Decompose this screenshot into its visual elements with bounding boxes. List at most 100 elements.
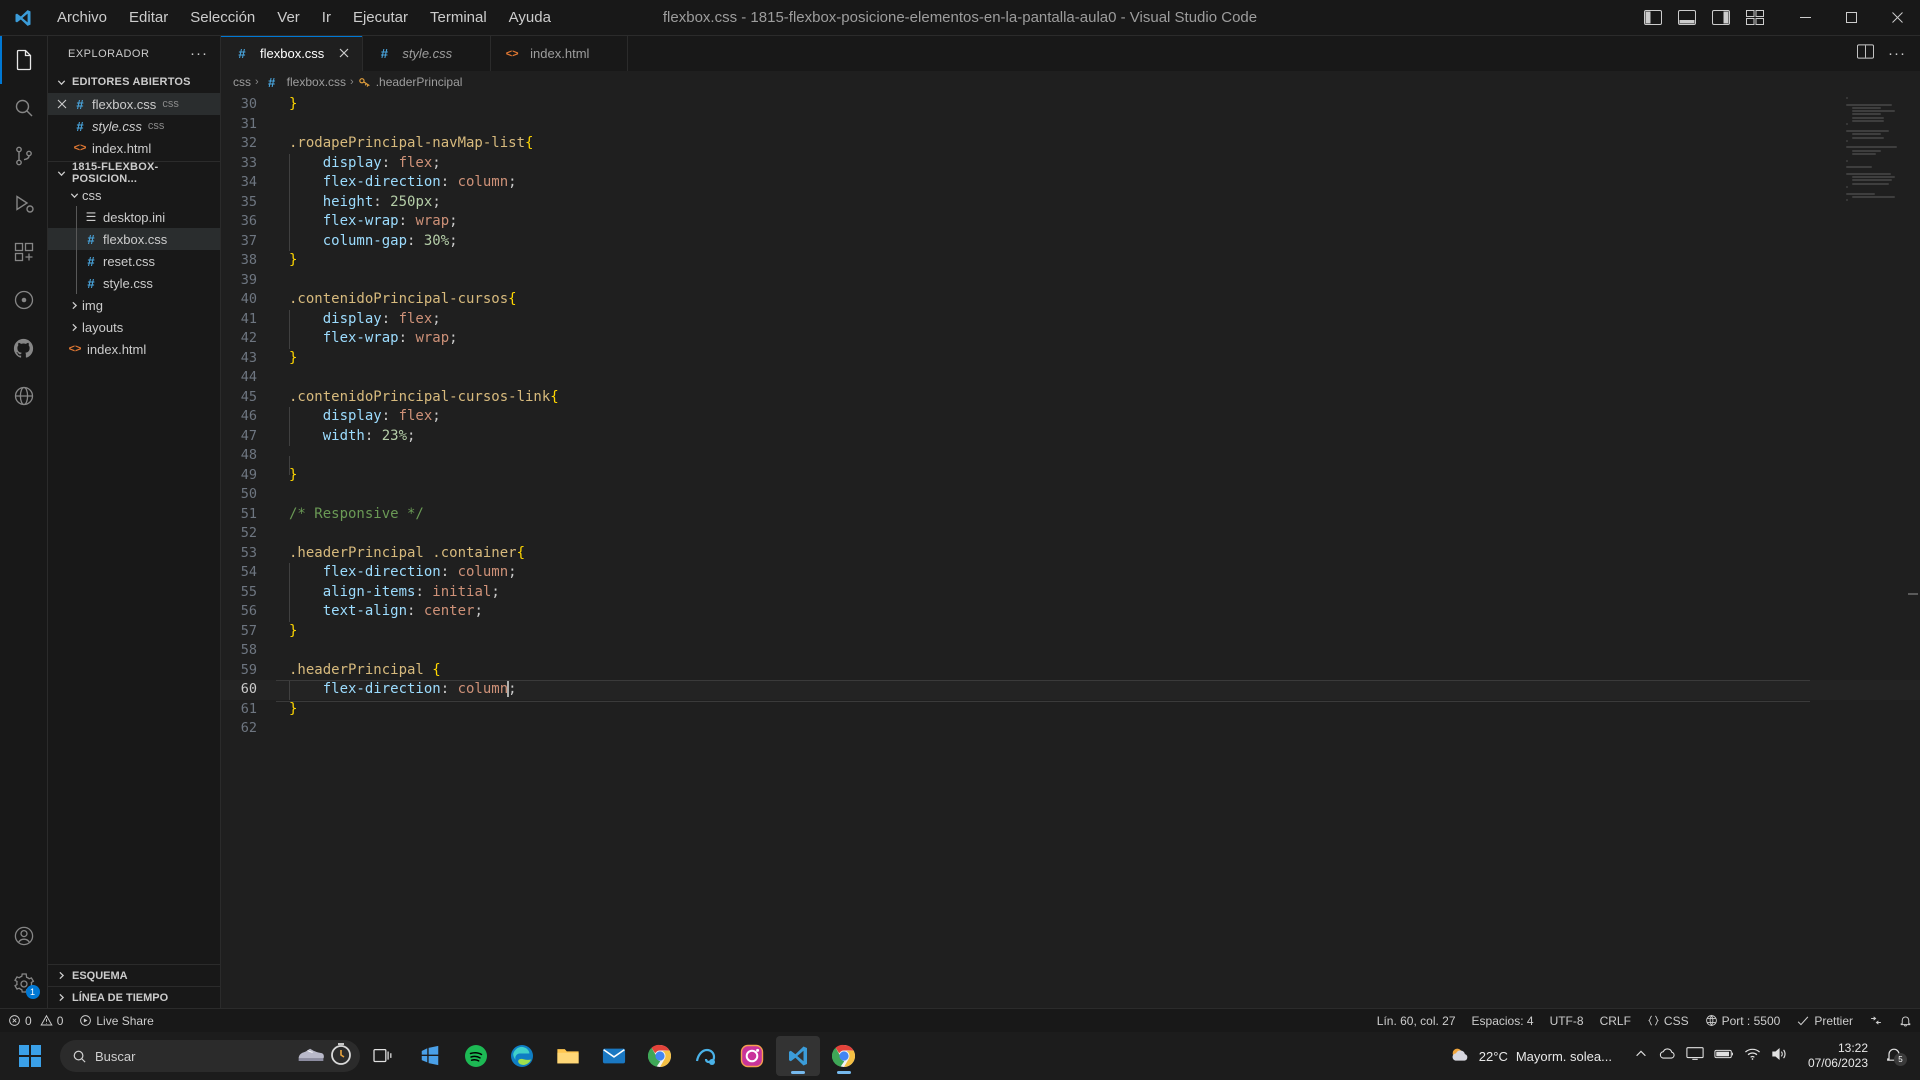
taskbar-microsoft-edge[interactable] <box>500 1036 544 1076</box>
activity-settings-icon[interactable]: 1 <box>0 960 48 1008</box>
taskbar-mail[interactable] <box>592 1036 636 1076</box>
code-line[interactable]: 36 flex-wrap: wrap; <box>221 212 1920 232</box>
taskbar-file-explorer[interactable] <box>546 1036 590 1076</box>
code-line[interactable]: 57} <box>221 622 1920 642</box>
code-line[interactable]: 60 flex-direction: column; <box>221 680 1920 701</box>
status-eol[interactable]: CRLF <box>1592 1009 1639 1033</box>
shoe-icon[interactable] <box>296 1042 326 1071</box>
code-line[interactable]: 45 .contenidoPrincipal-cursos-link{ <box>221 388 1920 408</box>
activity-explorer-icon[interactable] <box>0 36 48 84</box>
tab-flexbox-css[interactable]: # flexbox.css <box>221 36 364 71</box>
tab-index-html[interactable]: <> index.html <box>491 36 629 71</box>
close-icon[interactable] <box>53 99 71 109</box>
taskbar-cortana[interactable] <box>684 1036 728 1076</box>
toggle-panel-icon[interactable] <box>1678 9 1698 26</box>
tree-file-style-css[interactable]: # style.css <box>48 272 220 294</box>
code-line[interactable]: 52 <box>221 524 1920 544</box>
activity-live-server-icon[interactable] <box>0 276 48 324</box>
code-line[interactable]: 47 width: 23%; <box>221 426 1920 446</box>
breadcrumb-symbol[interactable]: .headerPrincipal <box>358 75 462 89</box>
taskbar-spotify[interactable] <box>454 1036 498 1076</box>
status-encoding[interactable]: UTF-8 <box>1542 1009 1592 1033</box>
code-line[interactable]: 39 <box>221 271 1920 291</box>
minimize-button[interactable] <box>1782 0 1828 36</box>
tree-file-flexbox-css[interactable]: # flexbox.css <box>48 228 220 250</box>
taskbar-google-chrome[interactable] <box>638 1036 682 1076</box>
status-notifications[interactable] <box>1891 1009 1920 1033</box>
menu-ir[interactable]: Ir <box>311 5 342 30</box>
code-line[interactable]: 41 display: flex; <box>221 309 1920 329</box>
stopwatch-icon[interactable] <box>328 1041 354 1072</box>
close-button[interactable] <box>1874 0 1920 36</box>
menu-editar[interactable]: Editar <box>118 5 179 30</box>
code-line[interactable]: 58 <box>221 641 1920 661</box>
activity-run-debug-icon[interactable] <box>0 180 48 228</box>
maximize-button[interactable] <box>1828 0 1874 36</box>
menu-ver[interactable]: Ver <box>266 5 311 30</box>
section-project-root[interactable]: 1815-FLEXBOX-POSICION... <box>48 161 220 185</box>
menu-seleccion[interactable]: Selección <box>179 5 266 30</box>
code-line[interactable]: 54 flex-direction: column; <box>221 563 1920 583</box>
activity-github-icon[interactable] <box>0 324 48 372</box>
code-line[interactable]: 51 /* Responsive */ <box>221 505 1920 525</box>
code-line[interactable]: 34 flex-direction: column; <box>221 173 1920 193</box>
code-line[interactable]: 43} <box>221 349 1920 369</box>
minimap[interactable] <box>1846 97 1906 206</box>
code-line[interactable]: 49} <box>221 466 1920 486</box>
code-line[interactable]: 37 column-gap: 30%; <box>221 231 1920 251</box>
code-line[interactable]: 62 <box>221 719 1920 739</box>
code-line[interactable]: 31 <box>221 115 1920 135</box>
taskbar-task-view[interactable] <box>362 1036 406 1076</box>
menu-ayuda[interactable]: Ayuda <box>498 5 562 30</box>
section-open-editors[interactable]: EDITORES ABIERTOS <box>48 71 220 93</box>
code-line[interactable]: 35 height: 250px; <box>221 192 1920 212</box>
code-line[interactable]: 44 <box>221 368 1920 388</box>
taskbar-clock[interactable]: 13:22 07/06/2023 <box>1800 1041 1876 1071</box>
taskbar-search-box[interactable]: Buscar <box>60 1040 360 1072</box>
code-lines[interactable]: 30} 31 32 .rodapePrincipal-navMap-list{33 d… <box>221 93 1920 1008</box>
menu-archivo[interactable]: Archivo <box>46 5 118 30</box>
battery-icon[interactable] <box>1714 1047 1734 1065</box>
toggle-primary-sidebar-icon[interactable] <box>1644 9 1664 26</box>
status-remote[interactable] <box>1861 1009 1891 1033</box>
taskbar-instagram[interactable] <box>730 1036 774 1076</box>
code-line[interactable]: 33 display: flex; <box>221 153 1920 173</box>
breadcrumb-file[interactable]: # flexbox.css <box>263 75 346 90</box>
code-line[interactable]: 40 .contenidoPrincipal-cursos{ <box>221 290 1920 310</box>
menu-terminal[interactable]: Terminal <box>419 5 498 30</box>
tree-file-reset-css[interactable]: # reset.css <box>48 250 220 272</box>
status-prettier[interactable]: Prettier <box>1788 1009 1861 1033</box>
code-line[interactable]: 46 display: flex; <box>221 407 1920 427</box>
tree-folder-css[interactable]: css <box>48 184 220 206</box>
code-line[interactable]: 55 align-items: initial; <box>221 582 1920 602</box>
status-live-share[interactable]: Live Share <box>71 1009 161 1033</box>
explorer-more-actions-icon[interactable]: ··· <box>190 45 212 62</box>
status-cursor-position[interactable]: Lín. 60, col. 27 <box>1369 1009 1464 1033</box>
start-button[interactable] <box>6 1036 54 1076</box>
menu-ejecutar[interactable]: Ejecutar <box>342 5 419 30</box>
code-line[interactable]: 61} <box>221 700 1920 720</box>
status-problems[interactable]: 0 0 <box>0 1009 71 1033</box>
activity-search-icon[interactable] <box>0 84 48 132</box>
taskbar-notifications[interactable]: 5 <box>1880 1047 1908 1066</box>
activity-remote-explorer-icon[interactable] <box>0 372 48 420</box>
open-editor-flexbox-css[interactable]: # flexbox.css css <box>48 93 220 115</box>
code-line[interactable]: 59 .headerPrincipal { <box>221 661 1920 681</box>
taskbar-visual-studio-code[interactable] <box>776 1036 820 1076</box>
breadcrumb-folder[interactable]: css <box>233 75 251 89</box>
code-line[interactable]: 42 flex-wrap: wrap; <box>221 329 1920 349</box>
status-indentation[interactable]: Espacios: 4 <box>1464 1009 1542 1033</box>
split-editor-icon[interactable] <box>1857 43 1874 64</box>
code-line[interactable]: 48 <box>221 446 1920 476</box>
more-editor-actions-icon[interactable]: ··· <box>1888 45 1906 62</box>
tray-expand-icon[interactable] <box>1634 1047 1648 1066</box>
open-editor-style-css[interactable]: # style.css css <box>48 115 220 137</box>
code-line[interactable]: 32 .rodapePrincipal-navMap-list{ <box>221 134 1920 154</box>
tree-file-desktop-ini[interactable]: ☰ desktop.ini <box>48 206 220 228</box>
tree-file-index-html[interactable]: <> index.html <box>48 338 220 360</box>
volume-icon[interactable] <box>1771 1047 1788 1066</box>
activity-source-control-icon[interactable] <box>0 132 48 180</box>
activity-extensions-icon[interactable] <box>0 228 48 276</box>
activity-accounts-icon[interactable] <box>0 912 48 960</box>
customize-layout-icon[interactable] <box>1746 9 1766 26</box>
